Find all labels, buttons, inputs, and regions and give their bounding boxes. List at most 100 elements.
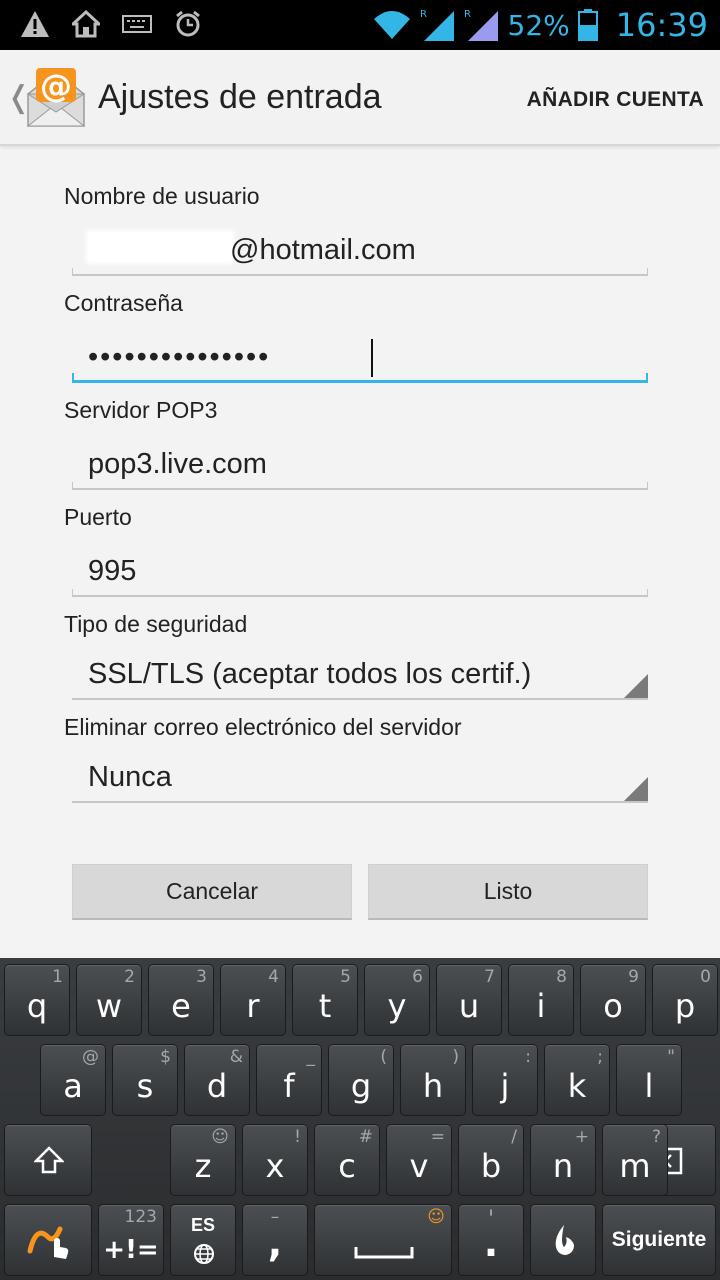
- port-value: 995: [88, 555, 137, 587]
- key-w[interactable]: 2w: [76, 964, 142, 1036]
- key-label: z: [194, 1147, 212, 1185]
- signal-icon-2: R: [464, 9, 498, 41]
- key-hint: $: [160, 1047, 171, 1067]
- swype-icon: [27, 1226, 69, 1259]
- key-r[interactable]: 4r: [220, 964, 286, 1036]
- swype-key[interactable]: [4, 1204, 92, 1276]
- dragon-mic-key[interactable]: [530, 1204, 596, 1276]
- key-hint: ?: [651, 1127, 661, 1147]
- key-b[interactable]: / b: [458, 1124, 524, 1196]
- key-n[interactable]: + n: [530, 1124, 596, 1196]
- key-u[interactable]: 7u: [436, 964, 502, 1036]
- key-p[interactable]: 0p: [652, 964, 718, 1036]
- next-key[interactable]: Siguiente: [602, 1204, 716, 1276]
- key-label: l: [644, 1067, 654, 1105]
- key-hint: ☺: [211, 1127, 229, 1147]
- pop3-server-value: pop3.live.com: [88, 448, 267, 480]
- key-label: j: [500, 1067, 510, 1105]
- key-hint: 3: [196, 967, 207, 987]
- key-x[interactable]: ! x: [242, 1124, 308, 1196]
- delete-mail-spinner[interactable]: Nunca: [72, 755, 648, 803]
- key-h[interactable]: ) h: [400, 1044, 466, 1116]
- pop3-server-label: Servidor POP3: [64, 397, 218, 423]
- key-hint: 9: [628, 967, 639, 987]
- done-button[interactable]: Listo: [368, 864, 648, 920]
- key-hint: +: [574, 1127, 589, 1147]
- action-bar: ❬ @ Ajustes de entrada AÑADIR CUENTA: [0, 50, 720, 146]
- key-s[interactable]: $ s: [112, 1044, 178, 1116]
- key-hint: =: [430, 1127, 445, 1147]
- password-value: •••••••••••••••: [88, 341, 271, 373]
- password-field[interactable]: •••••••••••••••: [72, 335, 648, 383]
- key-j[interactable]: :j: [472, 1044, 538, 1116]
- key-label: r: [246, 987, 260, 1025]
- key-m[interactable]: ? m: [602, 1124, 668, 1196]
- key-hint: 2: [124, 967, 135, 987]
- key-hint: /: [511, 1127, 517, 1147]
- language-key[interactable]: ES: [170, 1204, 236, 1276]
- username-label: Nombre de usuario: [64, 183, 260, 209]
- space-key[interactable]: ☺: [314, 1204, 452, 1276]
- key-label: f: [283, 1067, 295, 1105]
- key-e[interactable]: 3e: [148, 964, 214, 1036]
- cancel-button[interactable]: Cancelar: [72, 864, 352, 920]
- email-at-icon[interactable]: @: [24, 64, 88, 130]
- shift-key[interactable]: [4, 1124, 92, 1196]
- roaming-marker: R: [420, 9, 427, 20]
- key-g[interactable]: (g: [328, 1044, 394, 1116]
- smiley-icon: ☺: [427, 1207, 445, 1227]
- period-key[interactable]: ' .: [458, 1204, 524, 1276]
- key-hint: 1: [52, 967, 63, 987]
- add-account-button[interactable]: AÑADIR CUENTA: [527, 88, 704, 112]
- key-hint: ;: [597, 1047, 603, 1067]
- key-label: c: [338, 1147, 356, 1185]
- text-caret: [371, 339, 373, 377]
- pop3-server-field[interactable]: pop3.live.com: [72, 442, 648, 490]
- key-label: p: [674, 987, 696, 1025]
- key-label: a: [63, 1067, 83, 1105]
- period-key-label: .: [483, 1221, 499, 1265]
- key-l[interactable]: " l: [616, 1044, 682, 1116]
- key-hint: 4: [268, 967, 279, 987]
- page-title: Ajustes de entrada: [98, 78, 382, 116]
- key-hint: :: [525, 1047, 531, 1067]
- key-hint: (: [380, 1047, 387, 1067]
- key-label: w: [95, 987, 123, 1025]
- key-z[interactable]: ☺ z: [170, 1124, 236, 1196]
- key-k[interactable]: ; k: [544, 1044, 610, 1116]
- delete-mail-label: Eliminar correo electrónico del servidor: [64, 714, 462, 740]
- clock: 16:39: [615, 6, 708, 44]
- space-bar-icon: [354, 1247, 414, 1259]
- key-y[interactable]: 6y: [364, 964, 430, 1036]
- key-q[interactable]: 1q: [4, 964, 70, 1036]
- username-field[interactable]: @hotmail.com: [72, 228, 648, 276]
- key-c[interactable]: # c: [314, 1124, 380, 1196]
- key-t[interactable]: 5t: [292, 964, 358, 1036]
- key-label: k: [567, 1067, 587, 1105]
- security-type-spinner[interactable]: SSL/TLS (aceptar todos los certif.): [72, 652, 648, 700]
- signal-icon: R: [420, 9, 454, 41]
- symbols-key[interactable]: 123 +!=: [98, 1204, 164, 1276]
- globe-icon: [194, 1244, 214, 1264]
- key-hint: ": [667, 1047, 675, 1067]
- comma-key[interactable]: – ,: [242, 1204, 308, 1276]
- key-v[interactable]: = v: [386, 1124, 452, 1196]
- key-a[interactable]: @ a: [40, 1044, 106, 1116]
- delete-mail-value: Nunca: [88, 761, 172, 793]
- home-icon: [72, 10, 100, 38]
- key-f[interactable]: _ f: [256, 1044, 322, 1116]
- port-field[interactable]: 995: [72, 549, 648, 597]
- warning-icon: [21, 11, 49, 37]
- comma-key-label: ,: [267, 1221, 283, 1265]
- symbols-key-hint: 123: [124, 1207, 157, 1227]
- key-label: u: [458, 987, 480, 1025]
- alarm-icon: [176, 10, 200, 37]
- key-label: v: [409, 1147, 429, 1185]
- key-hint: _: [306, 1047, 316, 1067]
- shift-arrow-icon: [34, 1146, 64, 1174]
- key-i[interactable]: 8i: [508, 964, 574, 1036]
- key-d[interactable]: & d: [184, 1044, 250, 1116]
- key-label: h: [422, 1067, 444, 1105]
- key-hint: 5: [340, 967, 351, 987]
- key-o[interactable]: 9o: [580, 964, 646, 1036]
